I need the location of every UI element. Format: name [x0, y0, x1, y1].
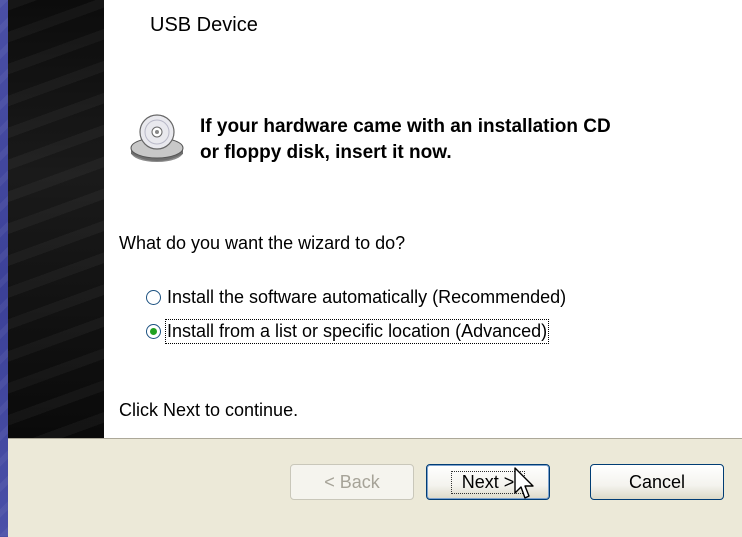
prompt-line-2: or floppy disk, insert it now. [200, 142, 452, 163]
cancel-button-label: Cancel [628, 471, 686, 492]
radio-dot [150, 328, 157, 335]
cancel-button[interactable]: Cancel [590, 464, 724, 500]
option-label[interactable]: Install from a list or specific location… [164, 319, 550, 344]
mouse-pointer-icon [514, 467, 534, 499]
option-install-automatically[interactable]: Install the software automatically (Reco… [146, 287, 566, 308]
back-button[interactable]: < Back [290, 464, 414, 500]
wizard-button-bar: < Back Next > Cancel [8, 438, 742, 537]
wizard-content: USB Device If your hardware came with an… [104, 0, 742, 438]
radio-button-selected[interactable] [146, 324, 161, 339]
option-install-from-list[interactable]: Install from a list or specific location… [146, 319, 550, 344]
wizard-question: What do you want the wizard to do? [119, 233, 406, 253]
found-new-hardware-wizard: USB Device If your hardware came with an… [8, 0, 742, 537]
radio-button[interactable] [146, 290, 161, 305]
back-button-label: < Back [324, 471, 380, 492]
prompt-line-1: If your hardware came with an installati… [200, 116, 611, 137]
continue-instruction: Click Next to continue. [119, 400, 299, 420]
insert-media-prompt: If your hardware came with an installati… [200, 114, 720, 166]
option-label[interactable]: Install the software automatically (Reco… [167, 287, 566, 308]
device-name: USB Device [150, 14, 258, 36]
cd-drive-icon [130, 114, 184, 162]
wizard-side-banner [8, 0, 104, 438]
